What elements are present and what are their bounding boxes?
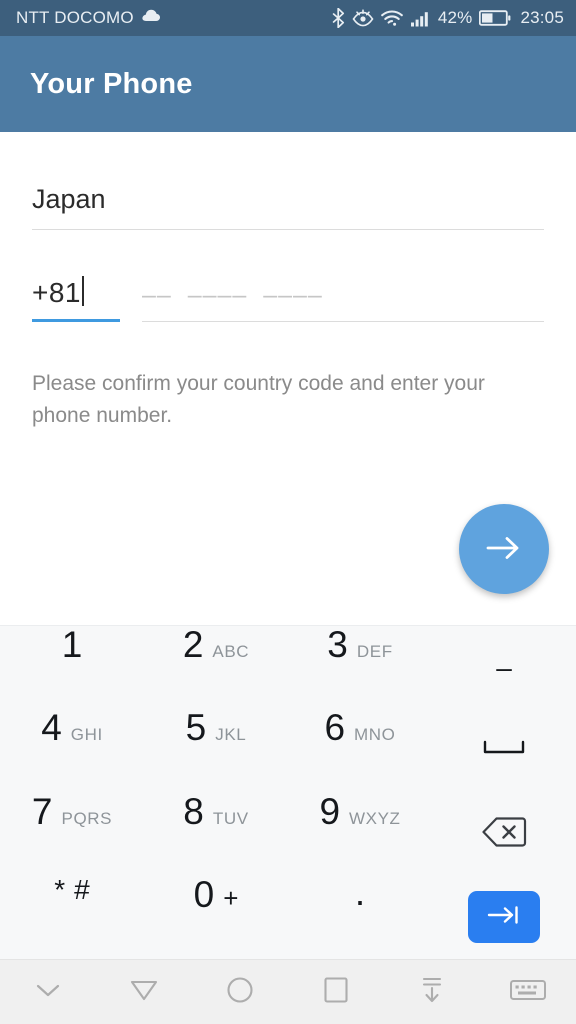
phone-number-placeholder: –– –––– –––– bbox=[142, 280, 323, 309]
hint-text: Please confirm your country code and ent… bbox=[32, 372, 485, 427]
page-title: Your Phone bbox=[30, 67, 193, 100]
backspace-icon bbox=[481, 815, 527, 854]
enter-tab-icon bbox=[486, 904, 522, 931]
key-period[interactable]: . bbox=[288, 871, 432, 959]
numeric-keypad: 1 2 ABC 3 DEF – 4 GHI 5 JKL 6 MNO 7 PQRS… bbox=[0, 625, 576, 959]
key-4[interactable]: 4 GHI bbox=[0, 709, 144, 792]
recents-square-icon bbox=[322, 975, 350, 1010]
key-6-digit: 6 bbox=[324, 707, 346, 749]
keypad-row-3: 7 PQRS 8 TUV 9 WXYZ bbox=[0, 793, 576, 876]
bluetooth-icon bbox=[332, 8, 345, 28]
key-star-hash[interactable]: * # bbox=[0, 873, 144, 959]
app-bar: Your Phone bbox=[0, 36, 576, 132]
keypad-row-4: * # 0 + . bbox=[0, 871, 576, 959]
key-8-digit: 8 bbox=[183, 790, 204, 832]
key-5[interactable]: 5 JKL bbox=[144, 709, 288, 792]
key-2-letters: ABC bbox=[212, 642, 250, 661]
key-plus: + bbox=[223, 882, 239, 913]
phone-field-row: +81 –– –––– –––– bbox=[32, 272, 544, 322]
country-code-value: +81 bbox=[32, 277, 81, 308]
key-2-digit: 2 bbox=[182, 624, 204, 665]
keypad-row-2: 4 GHI 5 JKL 6 MNO bbox=[0, 709, 576, 792]
carrier-label: NTT DOCOMO bbox=[16, 8, 134, 27]
phone-screen: NTT DOCOMO 42% 23:05 Your Phone Japan +8… bbox=[0, 0, 576, 1024]
key-8-letters: TUV bbox=[212, 808, 249, 828]
key-5-digit: 5 bbox=[185, 707, 207, 749]
key-6[interactable]: 6 MNO bbox=[288, 709, 432, 792]
collapse-keyboard-button[interactable] bbox=[384, 974, 480, 1011]
back-button[interactable] bbox=[96, 976, 192, 1009]
hide-keyboard-chevron-icon bbox=[33, 980, 63, 1005]
key-9-digit: 9 bbox=[319, 790, 341, 832]
key-4-digit: 4 bbox=[41, 707, 62, 749]
dash-icon: – bbox=[496, 651, 512, 683]
key-7-letters: PQRS bbox=[61, 808, 113, 828]
key-0-digit: 0 bbox=[193, 873, 215, 915]
status-bar-left: NTT DOCOMO bbox=[16, 8, 161, 28]
key-4-letters: GHI bbox=[70, 725, 103, 745]
key-7[interactable]: 7 PQRS bbox=[0, 793, 144, 876]
cloud-icon bbox=[141, 8, 161, 28]
enter-key-background bbox=[468, 891, 540, 944]
status-bar: NTT DOCOMO 42% 23:05 bbox=[0, 0, 576, 36]
battery-percent-label: 42% bbox=[437, 8, 473, 27]
key-9-letters: WXYZ bbox=[349, 808, 401, 828]
battery-icon bbox=[479, 9, 511, 27]
collapse-keyboard-icon bbox=[417, 974, 447, 1011]
home-button[interactable] bbox=[192, 975, 288, 1010]
key-3-digit: 3 bbox=[327, 624, 348, 665]
key-3[interactable]: 3 DEF bbox=[288, 626, 432, 709]
key-hash: # bbox=[74, 873, 90, 905]
arrow-right-icon bbox=[484, 533, 524, 566]
eye-comfort-icon bbox=[352, 9, 374, 27]
key-7-digit: 7 bbox=[31, 790, 53, 832]
text-cursor bbox=[82, 276, 84, 306]
main-content: Japan +81 –– –––– –––– Please confirm yo… bbox=[0, 132, 576, 625]
country-value: Japan bbox=[32, 184, 106, 214]
recents-button[interactable] bbox=[288, 975, 384, 1010]
key-2[interactable]: 2 ABC bbox=[144, 626, 288, 709]
key-3-letters: DEF bbox=[356, 642, 393, 661]
key-9[interactable]: 9 WXYZ bbox=[288, 793, 432, 876]
clock-label: 23:05 bbox=[520, 8, 564, 27]
home-circle-icon bbox=[225, 975, 255, 1010]
navigation-bar bbox=[0, 959, 576, 1024]
key-5-letters: JKL bbox=[215, 725, 247, 745]
key-star: * bbox=[54, 873, 66, 905]
country-field[interactable]: Japan bbox=[32, 184, 544, 230]
key-enter[interactable] bbox=[432, 876, 576, 959]
key-dash[interactable]: – bbox=[432, 626, 576, 709]
key-space[interactable] bbox=[432, 709, 576, 792]
key-8[interactable]: 8 TUV bbox=[144, 793, 288, 876]
back-triangle-icon bbox=[128, 976, 160, 1009]
key-1-digit: 1 bbox=[61, 624, 83, 665]
key-0[interactable]: 0 + bbox=[144, 876, 288, 959]
wifi-icon bbox=[380, 9, 403, 27]
keyboard-switcher-icon bbox=[509, 976, 547, 1009]
next-button[interactable] bbox=[459, 504, 549, 594]
phone-number-input[interactable]: –– –––– –––– bbox=[142, 279, 544, 322]
space-icon bbox=[483, 739, 525, 762]
key-1[interactable]: 1 bbox=[0, 626, 144, 709]
key-backspace[interactable] bbox=[432, 793, 576, 876]
keypad-row-1: 1 2 ABC 3 DEF – bbox=[0, 626, 576, 709]
keyboard-switcher-button[interactable] bbox=[480, 976, 576, 1009]
key-6-letters: MNO bbox=[354, 725, 396, 745]
country-code-input[interactable]: +81 bbox=[32, 272, 120, 322]
hide-keyboard-button[interactable] bbox=[0, 980, 96, 1005]
status-bar-right: 42% 23:05 bbox=[332, 8, 564, 28]
key-period-glyph: . bbox=[354, 871, 366, 913]
cellular-signal-icon bbox=[410, 10, 432, 27]
